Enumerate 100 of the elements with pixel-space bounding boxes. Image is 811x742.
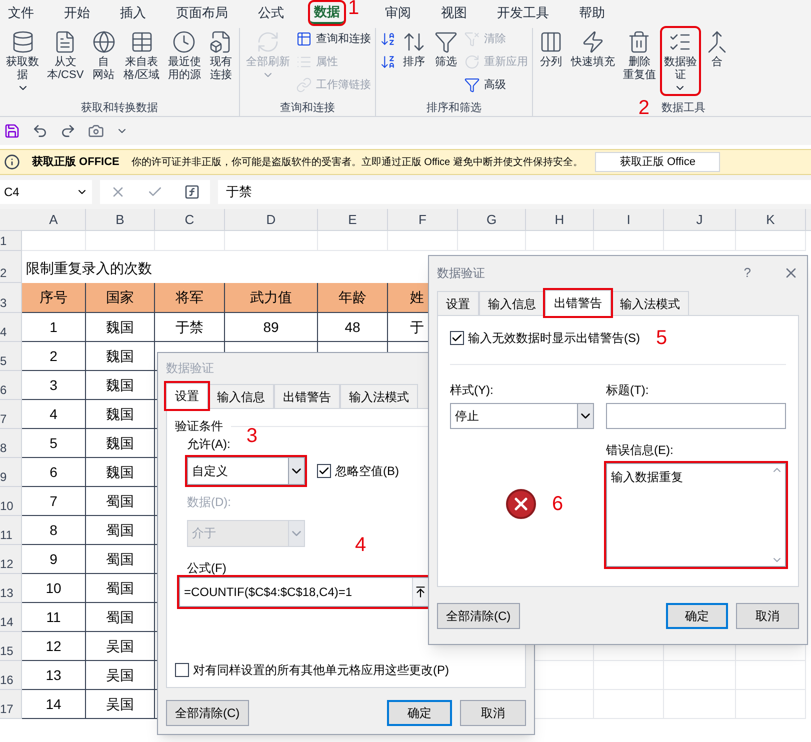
ribbon-button[interactable]: 删除 重复值: [620, 28, 658, 82]
row-header[interactable]: 2: [0, 251, 22, 283]
row-header[interactable]: 16: [0, 661, 22, 690]
row-header[interactable]: 7: [0, 400, 22, 429]
table-header-cell: 武力值: [225, 283, 318, 313]
ribbon-button[interactable]: 查询和连接: [296, 28, 371, 50]
row-header[interactable]: 14: [0, 603, 22, 632]
row-header[interactable]: 10: [0, 487, 22, 516]
row-header[interactable]: 17: [0, 690, 22, 719]
camera-icon[interactable]: [88, 123, 104, 139]
ribbon-button[interactable]: 快速填充: [568, 28, 617, 69]
dialog-button[interactable]: 确定: [666, 603, 728, 629]
dialog-tab[interactable]: 出错警告: [274, 384, 340, 409]
dialog-tab[interactable]: 设置: [166, 383, 208, 409]
dialog-button[interactable]: 全部清除(C): [166, 700, 249, 726]
column-header[interactable]: F: [388, 209, 458, 230]
table-header-cell: 将军: [155, 283, 225, 313]
column-header[interactable]: A: [22, 209, 86, 230]
row-header[interactable]: 9: [0, 458, 22, 487]
ribbon-button[interactable]: 筛选: [432, 28, 460, 69]
formula-input-field[interactable]: =COUNTIF($C$4:$C$18,C4)=1: [179, 577, 429, 607]
dropdown-field[interactable]: 停止: [450, 403, 594, 429]
dialog-button[interactable]: 取消: [460, 700, 526, 726]
dialog-tab[interactable]: 出错警告: [545, 290, 611, 316]
title-input-field[interactable]: [606, 403, 786, 429]
column-header[interactable]: I: [594, 209, 664, 230]
table-cell: 吴国: [86, 690, 155, 719]
ribbon-button[interactable]: 现有 连接: [206, 28, 235, 82]
ribbon-button[interactable]: 合: [702, 28, 731, 69]
link-icon: [296, 77, 312, 93]
ribbon-button[interactable]: 最近使 用的源: [166, 28, 203, 82]
clock-icon: [172, 30, 196, 54]
row-header[interactable]: 4: [0, 313, 22, 342]
ribbon-button[interactable]: 高级: [464, 74, 528, 96]
dialog-button[interactable]: 确定: [386, 700, 452, 726]
ribbon-tab[interactable]: 审阅: [381, 2, 416, 24]
ribbon-button[interactable]: 获取数 据: [4, 28, 41, 94]
ribbon-tab[interactable]: 帮助: [575, 2, 610, 24]
get-office-button[interactable]: 获取正版 Office: [594, 152, 720, 172]
column-header[interactable]: G: [458, 209, 526, 230]
ribbon-tab[interactable]: 开始: [60, 2, 94, 24]
redo-icon[interactable]: [60, 123, 76, 139]
row-header[interactable]: 13: [0, 574, 22, 603]
dialog-button[interactable]: 取消: [736, 603, 799, 629]
sheet-title: 限制重复录入的次数: [25, 259, 152, 278]
column-header[interactable]: E: [318, 209, 388, 230]
annotation-number: 5: [656, 328, 668, 348]
function-icon[interactable]: [184, 184, 200, 200]
row-header[interactable]: 3: [0, 283, 22, 313]
info-icon: [4, 154, 20, 170]
dialog-tab[interactable]: 输入法模式: [340, 384, 418, 409]
ribbon-button[interactable]: 数据验 证: [662, 28, 699, 94]
annotation-number: 2: [638, 98, 650, 116]
field-label: 公式(F): [186, 560, 228, 577]
dialog-title: 数据验证: [166, 360, 215, 377]
formula-input-field[interactable]: 于禁: [218, 180, 811, 204]
row-header[interactable]: 8: [0, 429, 22, 458]
column-header[interactable]: H: [526, 209, 594, 230]
checkbox[interactable]: [450, 331, 464, 345]
ribbon-tab[interactable]: 视图: [437, 2, 472, 24]
dropdown-field[interactable]: 自定义: [187, 457, 305, 485]
table-header-cell: 年龄: [318, 283, 388, 313]
row-header[interactable]: 1: [0, 231, 22, 251]
ribbon-tab[interactable]: 文件: [4, 2, 38, 24]
ribbon-button[interactable]: 自 网站: [90, 28, 118, 82]
ribbon-button[interactable]: 来自表 格/区域: [122, 28, 162, 82]
table-icon: [296, 31, 312, 47]
checkbox[interactable]: [175, 663, 189, 677]
row-header[interactable]: 6: [0, 371, 22, 400]
dialog-tab[interactable]: 输入法模式: [611, 291, 689, 316]
row-header[interactable]: 11: [0, 516, 22, 545]
name-box[interactable]: C4: [0, 180, 92, 204]
ribbon-button[interactable]: 分列: [536, 28, 565, 69]
save-icon[interactable]: [4, 123, 20, 139]
undo-icon[interactable]: [32, 123, 48, 139]
column-header[interactable]: B: [86, 209, 155, 230]
ribbon-tab[interactable]: 插入: [116, 2, 150, 24]
collapse-icon[interactable]: [412, 578, 428, 606]
ribbon-button[interactable]: 从文 本/CSV: [45, 28, 86, 82]
column-header[interactable]: K: [736, 209, 806, 230]
annotation-number: 1: [348, 0, 360, 18]
row-header[interactable]: 5: [0, 342, 22, 371]
column-header[interactable]: D: [225, 209, 318, 230]
dialog-tab[interactable]: 输入信息: [208, 384, 274, 409]
column-header[interactable]: J: [664, 209, 736, 230]
row-header[interactable]: 12: [0, 545, 22, 574]
ribbon-tab[interactable]: 数据: [310, 2, 344, 24]
ribbon-tab[interactable]: 页面布局: [172, 2, 232, 24]
help-button[interactable]: ?: [736, 263, 759, 283]
dialog-tab[interactable]: 设置: [437, 291, 479, 316]
check-icon: [318, 465, 330, 477]
row-header[interactable]: 15: [0, 632, 22, 661]
dialog-button[interactable]: 全部清除(C): [437, 603, 520, 629]
dialog-tab[interactable]: 输入信息: [479, 291, 545, 316]
ribbon-tab[interactable]: 公式: [254, 2, 288, 24]
ribbon-tab[interactable]: 开发工具: [493, 2, 554, 24]
refresh-icon: [256, 30, 280, 54]
ribbon-button[interactable]: 排序: [400, 28, 428, 69]
column-header[interactable]: C: [155, 209, 225, 230]
checkbox[interactable]: [317, 464, 331, 478]
